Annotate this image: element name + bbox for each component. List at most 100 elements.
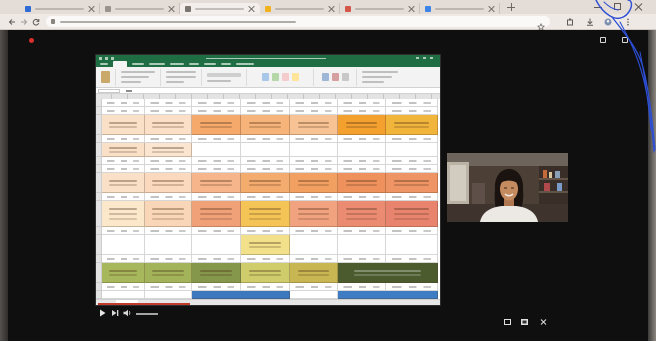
volume-icon[interactable]	[123, 309, 132, 317]
sheet-grid	[96, 99, 440, 299]
colored-cell	[145, 263, 192, 283]
close-icon[interactable]	[88, 6, 94, 12]
more-icon[interactable]	[540, 312, 547, 325]
number-cell	[102, 99, 145, 107]
number-cell	[386, 283, 438, 291]
number-cell	[290, 157, 338, 165]
number-cell	[290, 99, 338, 107]
empty-cell	[338, 143, 386, 157]
close-icon[interactable]	[408, 6, 414, 12]
editing-group	[362, 69, 406, 86]
maximize-icon[interactable]	[614, 3, 621, 10]
extension-icon[interactable]	[566, 18, 574, 26]
minimize-icon	[416, 57, 419, 59]
colored-cell	[290, 263, 338, 283]
number-cell	[145, 157, 192, 165]
screen	[0, 0, 656, 341]
empty-cell	[338, 235, 386, 255]
tile-icon[interactable]	[504, 312, 511, 325]
browser-tab[interactable]	[100, 3, 180, 14]
browser-tab[interactable]	[260, 3, 340, 14]
star-icon[interactable]	[536, 18, 546, 30]
close-icon[interactable]	[248, 6, 254, 12]
insert-icon	[322, 73, 329, 81]
number-cell	[290, 135, 338, 143]
close-icon[interactable]	[328, 6, 334, 12]
back-icon[interactable]	[8, 18, 16, 26]
profile-icon[interactable]	[604, 18, 612, 26]
slides-icon	[265, 5, 271, 12]
reload-icon[interactable]	[32, 18, 40, 26]
number-cell	[386, 255, 438, 263]
ribbon-tab	[100, 63, 108, 65]
colored-cell	[192, 173, 241, 193]
number-cell	[386, 157, 438, 165]
sheet-row	[96, 201, 440, 227]
number-group	[207, 68, 247, 86]
forward-icon[interactable]	[20, 18, 28, 26]
number-row	[96, 165, 440, 173]
browser-tab[interactable]	[340, 3, 420, 14]
close-icon[interactable]	[168, 6, 174, 12]
number-cell	[338, 227, 386, 235]
grid-icon[interactable]	[521, 312, 528, 325]
close-window-icon[interactable]	[634, 3, 642, 11]
cell-styles-icon	[282, 73, 289, 81]
number-cell	[241, 227, 290, 235]
lock-icon	[51, 19, 55, 24]
ribbon-tab	[189, 63, 199, 65]
delete-icon	[332, 73, 339, 81]
number-cell	[192, 255, 241, 263]
fullscreen-icon[interactable]	[622, 37, 628, 43]
url-text	[60, 20, 296, 23]
number-cell	[192, 193, 241, 201]
next-icon[interactable]	[111, 309, 119, 317]
number-cell	[290, 165, 338, 173]
number-cell	[102, 135, 145, 143]
tab-title	[435, 7, 484, 10]
excel-title-bar	[96, 55, 440, 61]
number-cell	[145, 107, 192, 115]
number-cell	[145, 193, 192, 201]
new-tab-icon[interactable]	[507, 3, 515, 11]
number-cell	[145, 255, 192, 263]
play-icon[interactable]	[99, 309, 106, 317]
empty-cell	[102, 235, 145, 255]
number-cell	[192, 283, 241, 291]
number-cell	[145, 135, 192, 143]
browser-tab[interactable]	[420, 3, 500, 14]
page-icon	[345, 5, 351, 12]
address-bar[interactable]	[46, 16, 550, 30]
menu-icon[interactable]	[624, 18, 632, 26]
save-icon	[99, 56, 102, 60]
formula-bar	[96, 88, 440, 94]
minimize-icon[interactable]	[594, 7, 602, 8]
number-row	[96, 99, 440, 107]
colored-cell	[338, 201, 386, 227]
colored-cell	[145, 115, 192, 135]
number-cell	[192, 135, 241, 143]
colored-cell	[102, 115, 145, 135]
sheet-row	[96, 235, 440, 255]
colored-cell	[241, 263, 290, 283]
download-icon[interactable]	[586, 18, 594, 26]
tab-strip	[0, 0, 656, 14]
tab-title	[35, 7, 84, 10]
layout-icon[interactable]	[600, 37, 606, 43]
colored-cell	[386, 115, 438, 135]
number-cell	[386, 165, 438, 173]
tab-title	[355, 7, 404, 10]
browser-tab[interactable]	[20, 3, 100, 14]
alignment-group	[166, 68, 202, 86]
conditional-format-icon	[262, 73, 269, 81]
excel-title	[206, 57, 326, 59]
docs-icon	[425, 5, 431, 12]
close-icon[interactable]	[488, 6, 494, 12]
empty-cell	[386, 235, 438, 255]
browser-tab[interactable]	[180, 3, 260, 14]
name-box	[98, 89, 120, 93]
number-cell	[290, 193, 338, 201]
number-row	[96, 227, 440, 235]
colored-cell	[192, 115, 241, 135]
colored-cell	[338, 291, 438, 299]
